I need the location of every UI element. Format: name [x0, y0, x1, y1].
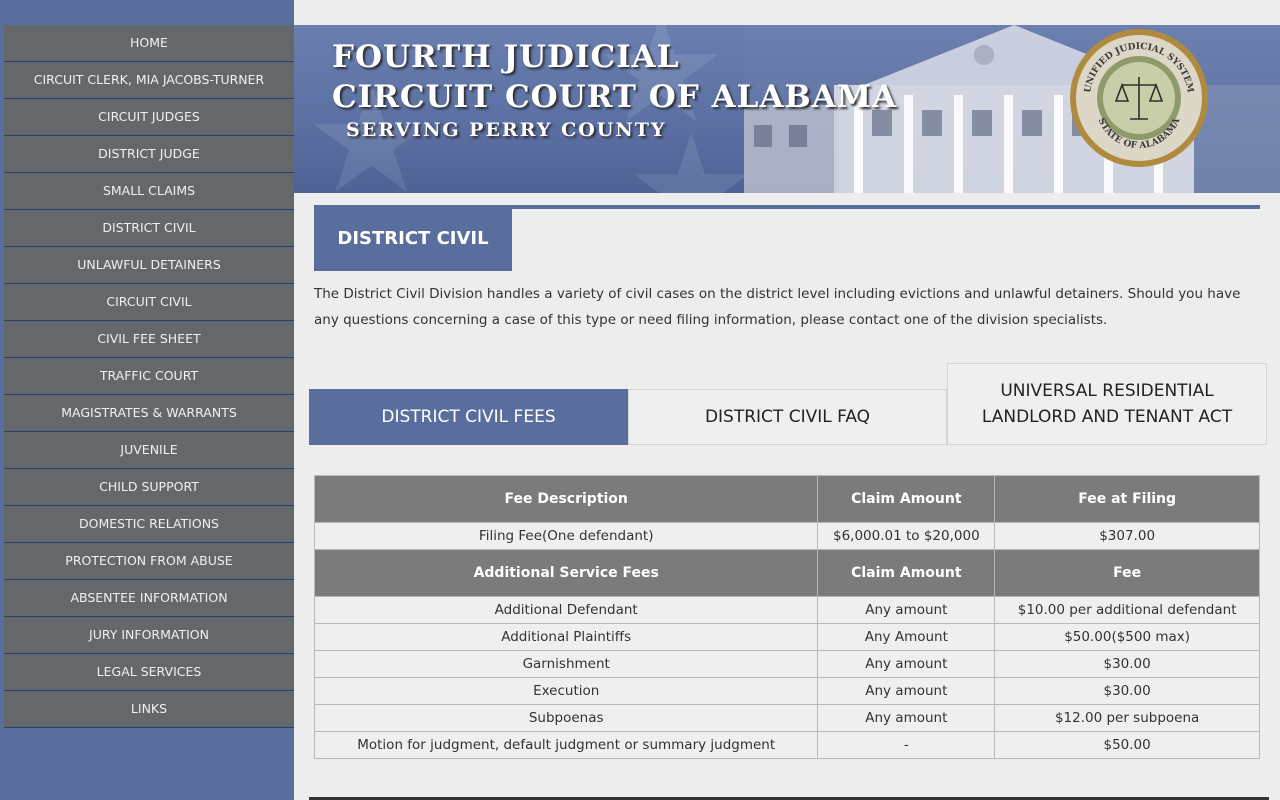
table-row: Execution Any amount $30.00	[313, 677, 1260, 705]
table-row: Garnishment Any amount $30.00	[313, 650, 1260, 678]
table-row: Filing Fee(One defendant) $6,000.01 to $…	[313, 522, 1260, 550]
table-cell: $50.00($500 max)	[994, 623, 1260, 651]
sidebar-item-district-civil[interactable]: DISTRICT CIVIL	[4, 210, 294, 247]
table-row: Additional Defendant Any amount $10.00 p…	[313, 596, 1260, 624]
sidebar-item-circuit-clerk[interactable]: CIRCUIT CLERK, MIA JACOBS-TURNER	[4, 62, 294, 99]
sidebar-item-small-claims[interactable]: SMALL CLAIMS	[4, 173, 294, 210]
page-title: DISTRICT CIVIL	[314, 207, 512, 271]
table-row: Motion for judgment, default judgment or…	[313, 731, 1260, 759]
site-subtitle: SERVING PERRY COUNTY	[346, 119, 667, 141]
sidebar-item-district-judge[interactable]: DISTRICT JUDGE	[4, 136, 294, 173]
table-cell: $30.00	[994, 650, 1260, 678]
column-header: Claim Amount	[817, 475, 996, 523]
table-cell: $307.00	[994, 522, 1260, 550]
table-cell: Any amount	[817, 677, 996, 705]
fees-table: Fee Description Claim Amount Fee at Fili…	[313, 475, 1260, 759]
table-cell: $50.00	[994, 731, 1260, 759]
sidebar-item-magistrates-warrants[interactable]: MAGISTRATES & WARRANTS	[4, 395, 294, 432]
sidebar-item-links[interactable]: LINKS	[4, 691, 294, 728]
column-header: Fee at Filing	[994, 475, 1260, 523]
sidebar-item-traffic-court[interactable]: TRAFFIC COURT	[4, 358, 294, 395]
table-row: Subpoenas Any amount $12.00 per subpoena	[313, 704, 1260, 732]
table-cell: -	[817, 731, 996, 759]
table-cell: Filing Fee(One defendant)	[313, 522, 819, 550]
sidebar-item-legal-services[interactable]: LEGAL SERVICES	[4, 654, 294, 691]
table-cell: Any amount	[817, 704, 996, 732]
sidebar-item-circuit-judges[interactable]: CIRCUIT JUDGES	[4, 99, 294, 136]
site-title-line-1: FOURTH JUDICIAL	[332, 39, 680, 75]
table-cell: Garnishment	[313, 650, 819, 678]
sidebar-item-civil-fee-sheet[interactable]: CIVIL FEE SHEET	[4, 321, 294, 358]
table-cell: Additional Plaintiffs	[313, 623, 819, 651]
table-cell: Motion for judgment, default judgment or…	[313, 731, 819, 759]
table-header-row: Fee Description Claim Amount Fee at Fili…	[313, 475, 1260, 523]
column-header: Additional Service Fees	[313, 549, 819, 597]
tab-bar: DISTRICT CIVIL FEES DISTRICT CIVIL FAQ U…	[309, 363, 1267, 445]
table-cell: $30.00	[994, 677, 1260, 705]
tab-district-civil-fees[interactable]: DISTRICT CIVIL FEES	[309, 389, 628, 445]
table-cell: $6,000.01 to $20,000	[817, 522, 996, 550]
tab-universal-landlord-tenant-act[interactable]: UNIVERSAL RESIDENTIAL LANDLORD AND TENAN…	[947, 363, 1267, 445]
table-cell: Additional Defendant	[313, 596, 819, 624]
table-cell: Execution	[313, 677, 819, 705]
table-header-row: Additional Service Fees Claim Amount Fee	[313, 549, 1260, 597]
table-cell: Any amount	[817, 650, 996, 678]
column-header: Fee	[994, 549, 1260, 597]
sidebar-item-child-support[interactable]: CHILD SUPPORT	[4, 469, 294, 506]
table-cell: Any Amount	[817, 623, 996, 651]
sidebar-item-circuit-civil[interactable]: CIRCUIT CIVIL	[4, 284, 294, 321]
state-seal-logo: UNIFIED JUDICIAL SYSTEM STATE OF ALABAMA	[1070, 29, 1208, 167]
tab-district-civil-faq[interactable]: DISTRICT CIVIL FAQ	[628, 389, 947, 445]
sidebar-item-juvenile[interactable]: JUVENILE	[4, 432, 294, 469]
sidebar-item-protection-from-abuse[interactable]: PROTECTION FROM ABUSE	[4, 543, 294, 580]
sidebar-item-domestic-relations[interactable]: DOMESTIC RELATIONS	[4, 506, 294, 543]
sidebar-nav: HOME CIRCUIT CLERK, MIA JACOBS-TURNER CI…	[4, 25, 294, 728]
sidebar-item-absentee-information[interactable]: ABSENTEE INFORMATION	[4, 580, 294, 617]
sidebar: HOME CIRCUIT CLERK, MIA JACOBS-TURNER CI…	[0, 0, 294, 800]
table-cell: Any amount	[817, 596, 996, 624]
table-cell: Subpoenas	[313, 704, 819, 732]
sidebar-item-unlawful-detainers[interactable]: UNLAWFUL DETAINERS	[4, 247, 294, 284]
table-cell: $12.00 per subpoena	[994, 704, 1260, 732]
main-content: DISTRICT CIVIL The District Civil Divisi…	[294, 193, 1280, 800]
intro-paragraph: The District Civil Division handles a va…	[314, 286, 1241, 328]
site-title-line-2: CIRCUIT COURT OF ALABAMA	[332, 79, 898, 115]
column-header: Claim Amount	[817, 549, 996, 597]
column-header: Fee Description	[313, 475, 819, 523]
header-banner: ★ ★ ★ FOURTH JUDICIAL CIRCUIT COURT OF A…	[294, 25, 1280, 193]
table-cell: $10.00 per additional defendant	[994, 596, 1260, 624]
sidebar-item-jury-information[interactable]: JURY INFORMATION	[4, 617, 294, 654]
sidebar-item-home[interactable]: HOME	[4, 25, 294, 62]
site-title: FOURTH JUDICIAL CIRCUIT COURT OF ALABAMA	[332, 37, 897, 117]
table-row: Additional Plaintiffs Any Amount $50.00(…	[313, 623, 1260, 651]
